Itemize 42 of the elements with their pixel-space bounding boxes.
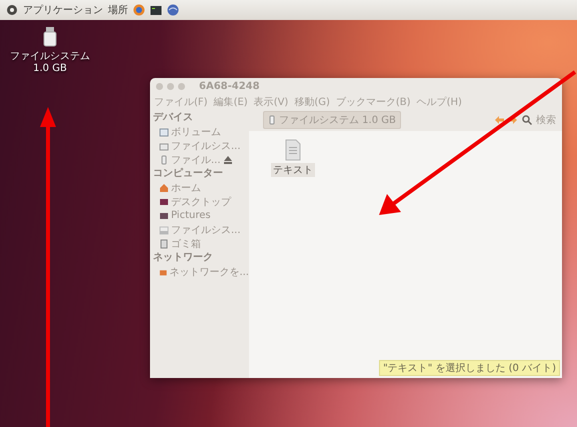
minimize-button[interactable] [167,82,174,90]
sidebar-item[interactable]: ネットワークを... [169,264,249,278]
sidebar-item[interactable]: ファイル... [171,152,221,166]
sidebar-item[interactable]: Pictures [171,210,211,221]
sidebar-item[interactable]: ゴミ箱 [171,236,201,250]
menu-item[interactable]: 移動(G) [294,94,330,108]
panel-menu[interactable]: アプリケーション [23,3,103,17]
sidebar-item[interactable]: ファイルシス... [171,222,241,236]
search-icon [522,115,532,125]
sidebar-item[interactable]: ボリューム [171,124,221,138]
search-label[interactable]: 検索 [536,113,556,127]
close-button[interactable] [156,82,163,90]
status-message: "テキスト" を選択しました (0 バイト) [379,360,560,376]
drive-icon [159,224,169,234]
usb-drive-icon [43,26,57,48]
usb-drive-icon [159,154,169,164]
menu-item[interactable]: ブックマーク(B) [336,94,411,108]
sidebar-heading: ネットワーク [153,251,214,264]
panel-menu[interactable]: 場所 [108,3,128,17]
sidebar-item[interactable]: ファイルシス... [171,138,241,152]
browser-icon [133,4,145,16]
sidebar-heading: コンピューター [153,167,224,180]
menu-item[interactable]: 編集(E) [214,94,248,108]
back-arrow-icon [494,115,504,125]
trash-icon [159,238,169,248]
sidebar-heading: デバイス [153,111,194,124]
path-button[interactable]: ファイルシステム 1.0 GB [263,111,401,129]
desktop-icon-label[interactable]: ファイルシステム 1.0 GB [2,51,98,75]
menu-item[interactable]: 表示(V) [254,94,288,108]
file-name[interactable]: テキスト [271,163,315,177]
menu-item[interactable]: ファイル(F) [154,94,208,108]
terminal-icon [150,4,162,16]
eject-icon [222,154,233,164]
logo-icon [6,4,18,16]
usb-drive-icon [268,115,276,125]
sidebar-item[interactable]: デスクトップ [171,194,231,208]
maximize-button[interactable] [178,82,185,90]
document-icon [285,139,301,161]
home-icon [159,182,169,192]
window-title: 6A68-4248 [199,80,260,92]
sidebar-item[interactable]: ホーム [171,180,201,194]
menu-item[interactable]: ヘルプ(H) [416,94,462,108]
